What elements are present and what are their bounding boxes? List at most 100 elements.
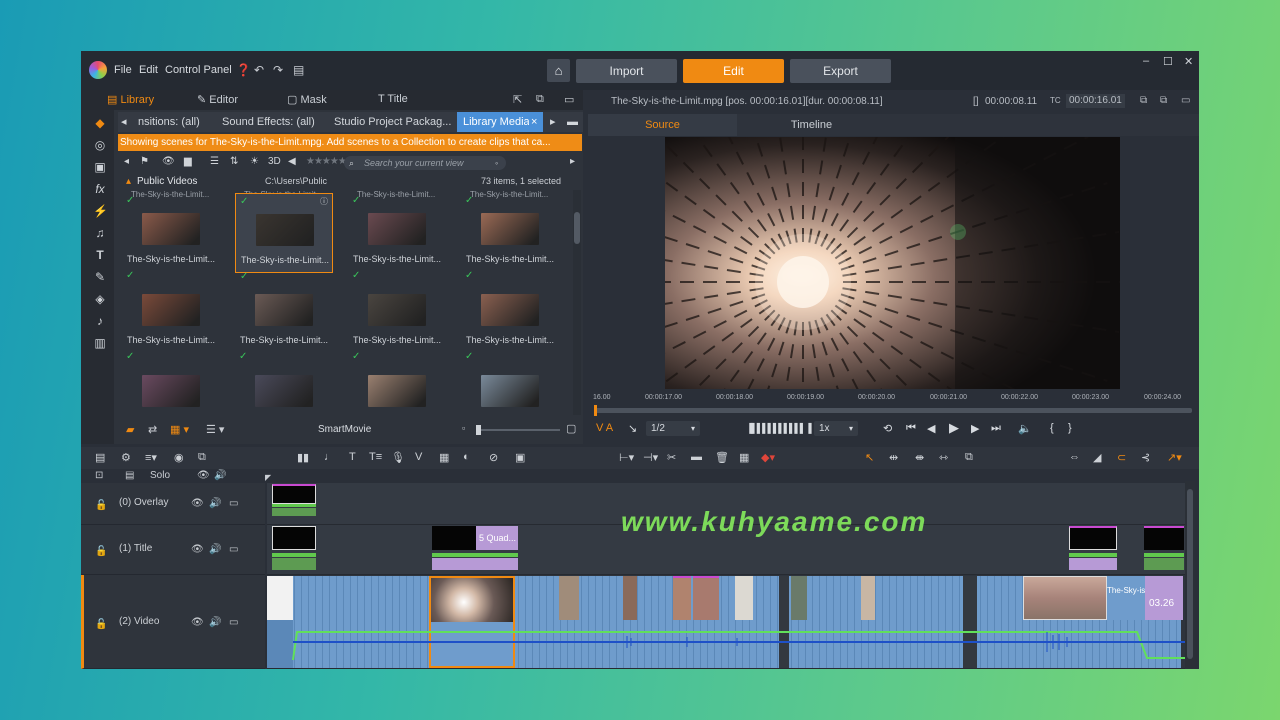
audio-icon[interactable]: 🔊 bbox=[214, 470, 226, 481]
crop-icon[interactable]: ⧉ bbox=[965, 451, 973, 464]
monitor-icon[interactable]: ▭ bbox=[229, 498, 238, 509]
lock-icon[interactable]: 🔓 bbox=[95, 500, 107, 511]
menu-control-panel[interactable]: Control Panel bbox=[165, 64, 232, 76]
media-clip[interactable] bbox=[461, 355, 559, 415]
slip-icon[interactable]: ⇼ bbox=[915, 451, 924, 464]
home-button[interactable]: ⌂ bbox=[547, 59, 570, 82]
list-mode-icon[interactable]: ☰ ▾ bbox=[206, 423, 224, 436]
lock-all-icon[interactable]: ⊡ bbox=[95, 470, 103, 481]
copy-icon[interactable]: ⧉ bbox=[536, 93, 544, 106]
info-icon[interactable]: ⓘ bbox=[320, 196, 328, 207]
light-icon[interactable]: ☀ bbox=[250, 156, 259, 167]
video-clip[interactable] bbox=[623, 576, 637, 620]
video-clip-time[interactable]: 03.26 bbox=[1145, 576, 1183, 620]
delete-icon[interactable]: 🗑 bbox=[715, 451, 729, 464]
speed-select[interactable]: 1x ▾ bbox=[814, 421, 858, 436]
razor-icon[interactable]: ✂ bbox=[667, 451, 676, 464]
track-layout-icon[interactable]: ▤ bbox=[95, 451, 105, 464]
marker-icon[interactable]: ↘ bbox=[628, 422, 637, 435]
audio-icon[interactable]: 🔊 bbox=[209, 544, 221, 555]
snapshot-icon[interactable]: ▦ bbox=[739, 451, 749, 464]
tag-icon[interactable]: ⚑ bbox=[140, 156, 149, 167]
tab-source[interactable]: Source bbox=[588, 114, 737, 136]
tab-mask[interactable]: ▢ Mask bbox=[287, 93, 327, 106]
loop-icon[interactable]: ⟲ bbox=[883, 422, 892, 435]
timeline-scrollbar[interactable] bbox=[1185, 481, 1195, 669]
tab-close-icon[interactable]: × bbox=[529, 112, 543, 132]
small-size-icon[interactable]: ▫ bbox=[462, 423, 465, 433]
zoom-slider-handle[interactable] bbox=[476, 425, 481, 435]
large-size-icon[interactable]: ▢ bbox=[566, 422, 576, 435]
search-clear-icon[interactable]: ◦ bbox=[495, 156, 498, 170]
trim-icon[interactable]: ⇹ bbox=[889, 451, 898, 464]
tab-menu-icon[interactable]: ▬ bbox=[565, 112, 583, 132]
shuttle-control[interactable]: ▐▌▌▌▌▌▌▌▌▌▌▐ bbox=[746, 423, 812, 433]
tab-sound-effects[interactable]: Sound Effects: (all) bbox=[216, 112, 328, 132]
tab-transitions[interactable]: nsitions: (all) bbox=[132, 112, 216, 132]
fullscreen-icon[interactable]: ⧉ bbox=[1160, 95, 1167, 106]
insert-icon[interactable]: ⊢▾ bbox=[619, 451, 634, 464]
media-clip[interactable]: The-Sky-is-the-Limit... ✓ bbox=[348, 274, 446, 362]
overlay-clip[interactable] bbox=[272, 484, 316, 524]
smartmovie-button[interactable]: SmartMovie bbox=[318, 424, 371, 435]
document-icon[interactable]: ▤ bbox=[293, 63, 304, 77]
media-clip[interactable]: ✓ The-Sky-is-the-Limit... ✓ bbox=[122, 193, 220, 281]
video-clip-landscape[interactable] bbox=[1023, 576, 1107, 620]
export-button[interactable]: Export bbox=[790, 59, 891, 83]
video-clip[interactable] bbox=[791, 576, 807, 620]
visibility-icon[interactable]: 👁 bbox=[197, 470, 210, 481]
settings-icon[interactable]: ⚙ bbox=[121, 451, 131, 464]
maximize-icon[interactable]: ☐ bbox=[1163, 55, 1173, 68]
minimize-icon[interactable]: – bbox=[1143, 55, 1149, 67]
tab-studio-project[interactable]: Studio Project Packag... bbox=[328, 112, 456, 132]
play-icon[interactable]: ▶ bbox=[949, 420, 959, 436]
list-view-icon[interactable]: ☰ bbox=[210, 156, 219, 167]
split-icon[interactable]: V bbox=[415, 451, 422, 463]
pin-icon[interactable]: ⇱ bbox=[513, 93, 522, 106]
video-clip[interactable] bbox=[673, 576, 691, 620]
timecode-field[interactable]: 00:00:16.01 bbox=[1066, 94, 1125, 108]
snapshot-icon[interactable]: ⧉ bbox=[1140, 95, 1147, 106]
menu-edit[interactable]: Edit bbox=[139, 64, 158, 76]
audio-icon[interactable]: 🔊 bbox=[209, 617, 221, 628]
speaker-icon[interactable]: ◢ bbox=[1093, 451, 1101, 464]
track-options-icon[interactable]: ≡▾ bbox=[145, 451, 157, 464]
shuffle-icon[interactable]: ⇄ bbox=[148, 423, 157, 436]
fraction-select[interactable]: 1/2 ▾ bbox=[646, 421, 700, 436]
zoom-fit-icon[interactable]: ⇔ bbox=[1069, 451, 1080, 463]
media-clip[interactable]: The-Sky-is-the-Limit... ✓ bbox=[235, 274, 333, 362]
audio-icon[interactable]: ♪ bbox=[93, 314, 107, 328]
audio-mixer-icon[interactable]: ▮▮ bbox=[297, 451, 309, 464]
media-bin-icon[interactable]: ◆ bbox=[93, 116, 107, 130]
media-clip[interactable]: The-Sky-is-the-Limit... ✓ bbox=[461, 274, 559, 362]
title-clip[interactable] bbox=[1069, 526, 1117, 572]
title-clip[interactable] bbox=[1144, 526, 1184, 572]
track-name[interactable]: (1) Title bbox=[119, 543, 152, 554]
lock-icon[interactable]: 🔓 bbox=[95, 619, 107, 630]
tab-library[interactable]: ▤ Library bbox=[107, 93, 154, 106]
disc-menu-icon[interactable]: ◉ bbox=[174, 451, 184, 464]
go-start-icon[interactable]: ⏮ bbox=[906, 422, 916, 435]
audio-toggle-icon[interactable]: ◀ bbox=[288, 156, 296, 167]
track-video[interactable]: The-Sky-is-... 03.26 bbox=[267, 575, 1185, 669]
export-frame-icon[interactable]: ⧉ bbox=[198, 451, 206, 464]
collapse-icon[interactable]: ▴ bbox=[126, 176, 131, 187]
menu-file[interactable]: File bbox=[114, 64, 132, 76]
ripple-icon[interactable]: ▬ bbox=[691, 451, 702, 463]
close-icon[interactable]: ✕ bbox=[1184, 55, 1193, 68]
redo-icon[interactable]: ↷ bbox=[273, 63, 283, 77]
slide-icon[interactable]: ⇿ bbox=[939, 451, 948, 464]
tab-timeline[interactable]: Timeline bbox=[737, 114, 886, 136]
disc-icon[interactable]: ◎ bbox=[93, 138, 107, 152]
overwrite-icon[interactable]: ⊣▾ bbox=[643, 451, 658, 464]
visibility-icon[interactable]: 👁 bbox=[191, 498, 204, 509]
scroll-right-icon[interactable]: ▸ bbox=[548, 112, 562, 132]
add-icon[interactable]: ▰ bbox=[126, 423, 134, 436]
video-clip[interactable] bbox=[861, 576, 875, 620]
audio-icon[interactable]: 🔊 bbox=[209, 498, 221, 509]
transition-icon[interactable]: ⚡ bbox=[93, 204, 108, 218]
scroll-left-icon[interactable]: ◂ bbox=[118, 112, 132, 132]
eye-icon[interactable]: 👁 bbox=[162, 156, 175, 167]
monitor-icon[interactable]: ▭ bbox=[229, 544, 238, 555]
tab-library-media[interactable]: Library Media bbox=[457, 112, 535, 132]
